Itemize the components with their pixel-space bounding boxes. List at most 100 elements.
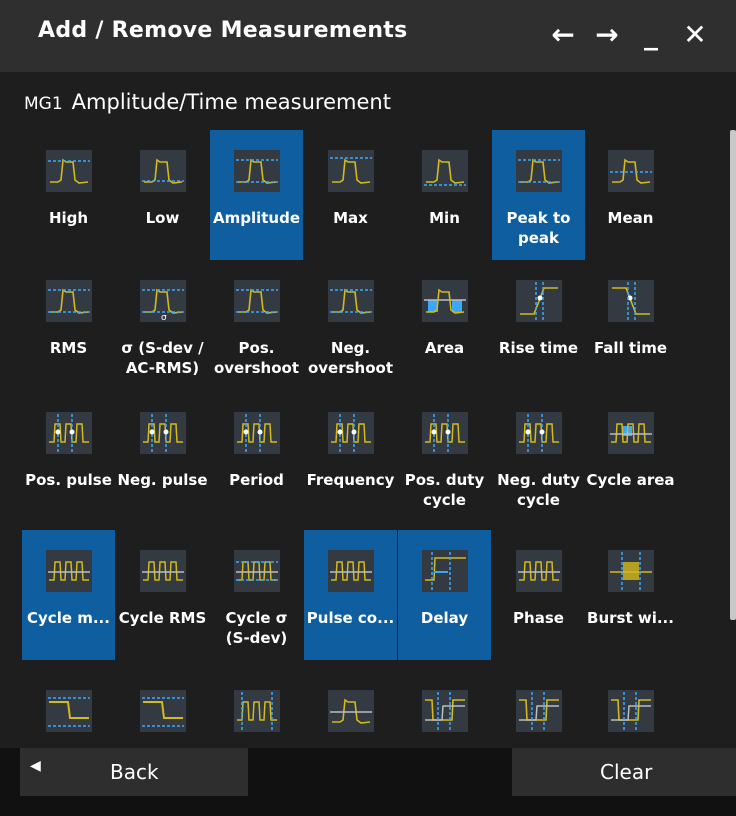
sigma-icon: σ — [139, 280, 186, 322]
neg-overshoot-icon — [327, 280, 374, 322]
high-icon — [45, 150, 92, 192]
measurement-group-header: MG1 Amplitude/Time measurement — [24, 90, 391, 114]
measurement-tile[interactable]: Mean — [584, 130, 677, 260]
peak-to-peak-icon — [515, 150, 562, 192]
neg-pulse-icon — [139, 412, 186, 454]
measurement-tile[interactable]: Min — [398, 130, 491, 260]
measurement-label: Frequency — [306, 471, 395, 489]
svg-text:σ: σ — [161, 313, 167, 322]
back-button-label: Back — [110, 760, 159, 784]
measurement-tile[interactable]: Period — [210, 392, 303, 522]
measurement-tile[interactable]: Cycle σ (S-dev) — [210, 530, 303, 660]
cycle-rms-icon — [139, 550, 186, 592]
measurement-tile[interactable]: Amplitude — [210, 130, 303, 260]
neg-count-icon — [139, 690, 186, 732]
clear-button[interactable]: Clear — [512, 748, 736, 796]
pos-count-icon — [45, 690, 92, 732]
measurement-label: Pos. duty cycle — [404, 471, 485, 509]
measurement-tile[interactable]: Pos. overshoot — [210, 260, 303, 390]
measurement-tile[interactable]: Pulse co... — [304, 530, 397, 660]
measurement-label: High — [48, 209, 89, 227]
measurement-tile[interactable]: Pulse train — [210, 670, 303, 750]
pos-duty-cycle-icon — [421, 412, 468, 454]
measurement-tile[interactable]: Area — [398, 260, 491, 390]
edge-count-icon — [327, 690, 374, 732]
measurement-tile[interactable]: Pos. pulse — [22, 392, 115, 522]
measurement-tile[interactable]: Delay — [398, 530, 491, 660]
vertical-scrollbar[interactable] — [730, 130, 736, 620]
measurement-label: Amplitude — [212, 209, 301, 227]
measurement-tile[interactable]: σ σ (S-dev / AC-RMS) — [116, 260, 209, 390]
arrow-left-icon: ← — [551, 18, 575, 51]
title-bar: Add / Remove Measurements ← → _ ✕ — [0, 0, 736, 72]
measurement-tile[interactable]: Setup — [398, 670, 491, 750]
measurement-tile[interactable]: Frequency — [304, 392, 397, 522]
measurement-label: Max — [333, 209, 368, 227]
measurement-label: Period — [229, 471, 284, 489]
clear-button-label: Clear — [600, 760, 653, 784]
footer-bar: ◀ Back Clear — [0, 748, 736, 816]
measurement-tile[interactable]: Max — [304, 130, 397, 260]
measurement-label: Cycle σ (S-dev) — [225, 609, 288, 647]
group-id: MG1 — [24, 94, 63, 114]
measurement-tile[interactable]: Cycle m... — [22, 530, 115, 660]
measurement-label: Cycle RMS — [118, 609, 207, 627]
period-icon — [233, 412, 280, 454]
measurement-tile[interactable]: Neg — [116, 670, 209, 750]
arrow-right-icon: → — [595, 18, 619, 51]
measurement-tile[interactable]: Pos. duty cycle — [398, 392, 491, 522]
rise-time-icon — [515, 280, 562, 322]
phase-icon — [515, 550, 562, 592]
measurement-label: Neg. duty cycle — [497, 471, 580, 509]
measurement-tile[interactable]: Burst wi... — [584, 530, 677, 660]
group-title: Amplitude/Time measurement — [71, 90, 391, 114]
add-remove-measurements-dialog: Add / Remove Measurements ← → _ ✕ MG1 Amplit… — [0, 0, 736, 816]
hold-icon — [515, 690, 562, 732]
measurement-tile[interactable]: Low — [116, 130, 209, 260]
rms-icon — [45, 280, 92, 322]
delay-icon — [421, 550, 468, 592]
measurement-label: Pos. pulse — [25, 471, 112, 489]
measurement-tile[interactable]: Rise time — [492, 260, 585, 390]
measurement-tile[interactable]: High — [22, 130, 115, 260]
measurement-label: Min — [429, 209, 460, 227]
measurement-tile[interactable]: Neg. duty cycle — [492, 392, 585, 522]
measurement-tile[interactable]: Cycle area — [584, 392, 677, 522]
measurement-label: Area — [424, 339, 465, 357]
close-button[interactable]: ✕ — [680, 18, 710, 52]
fall-time-icon — [607, 280, 654, 322]
measurement-tile[interactable]: Edge co — [304, 670, 397, 750]
measurement-label: Pulse co... — [306, 609, 395, 627]
measurement-label: Fall time — [593, 339, 668, 357]
back-button[interactable]: ◀ Back — [20, 748, 248, 796]
measurement-tile[interactable]: Neg. overshoot — [304, 260, 397, 390]
max-icon — [327, 150, 374, 192]
pos-overshoot-icon — [233, 280, 280, 322]
measurement-label: Cycle area — [586, 471, 675, 489]
measurement-label: Neg. pulse — [117, 471, 208, 489]
measurement-tile[interactable]: Pos — [22, 670, 115, 750]
measurement-label: Burst wi... — [587, 609, 674, 627]
measurement-tile[interactable]: Neg. pulse — [116, 392, 209, 522]
measurement-tile[interactable]: Cycle RMS — [116, 530, 209, 660]
measurement-label: Pos. overshoot — [213, 339, 300, 377]
measurement-tile[interactable]: Setup / — [584, 670, 677, 750]
minimize-icon: _ — [644, 18, 658, 51]
measurement-tile[interactable]: Fall time — [584, 260, 677, 390]
setup-icon — [421, 690, 468, 732]
measurement-label: Peak to peak — [506, 209, 571, 247]
measurement-grid: High Low Amplitude Max Min Peak to peak Mean RM… — [22, 130, 722, 750]
measurement-label: σ (S-dev / AC-RMS) — [121, 339, 204, 377]
measurement-tile[interactable]: Hold — [492, 670, 585, 750]
measurement-tile[interactable]: Peak to peak — [492, 130, 585, 260]
min-icon — [421, 150, 468, 192]
measurement-tile[interactable]: Phase — [492, 530, 585, 660]
pulse-count-icon — [327, 550, 374, 592]
area-icon — [421, 280, 468, 322]
back-arrow-button[interactable]: ← — [548, 18, 578, 52]
minimize-button[interactable]: _ — [636, 18, 666, 52]
measurement-tile[interactable]: RMS — [22, 260, 115, 390]
forward-arrow-button[interactable]: → — [592, 18, 622, 52]
measurement-label: Mean — [607, 209, 654, 227]
amplitude-icon — [233, 150, 280, 192]
